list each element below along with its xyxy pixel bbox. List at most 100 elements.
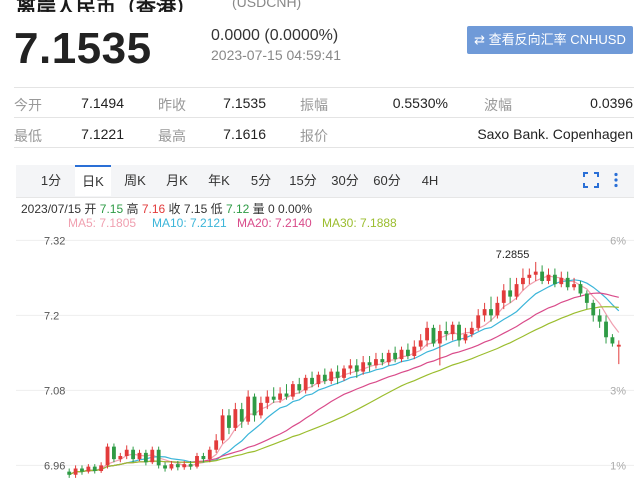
stat-value-low: 7.1221 (81, 126, 124, 142)
candle-body (431, 327, 436, 344)
tab-yearly[interactable]: 年K (203, 165, 235, 197)
candle-body (482, 309, 487, 316)
candle-body (322, 374, 327, 381)
candle-body (195, 456, 199, 467)
candle-body (316, 374, 321, 385)
candle-body (412, 346, 417, 356)
candle-body (137, 452, 142, 460)
candle-body (533, 271, 538, 275)
tab-30min[interactable]: 30分 (329, 165, 361, 197)
ohlc-open-label: 开 (84, 202, 97, 216)
candle-body (380, 359, 385, 363)
tab-15min[interactable]: 15分 (287, 165, 319, 197)
legend-ma5: MA5: 7.1805 (68, 216, 137, 230)
period-tabs: 1分 日K 周K 月K 年K 5分 15分 30分 60分 4H (16, 165, 634, 198)
ohlc-high-label: 高 (126, 202, 139, 216)
candle-body (73, 468, 78, 475)
candle-body (457, 324, 461, 341)
tab-60min[interactable]: 60分 (371, 165, 403, 197)
candle-body (540, 271, 545, 281)
legend-ma20: MA20: 7.2140 (237, 216, 312, 230)
candle-body (450, 324, 455, 335)
candle-body (239, 409, 244, 422)
stat-label-range: 波幅 (484, 97, 512, 113)
candle-body (259, 402, 263, 416)
candle-body (188, 464, 193, 467)
title-strip: 离岸人民币（香港） (USDCNH) (0, 0, 640, 12)
candle-body (118, 456, 123, 460)
divider (14, 147, 634, 148)
candle-body (182, 464, 187, 468)
tab-5min[interactable]: 5分 (245, 165, 277, 197)
candle-body (437, 331, 442, 344)
ohlc-open: 7.15 (99, 202, 124, 216)
stat-label-high: 最高 (158, 128, 186, 144)
pct-tick-label: 3% (610, 385, 626, 397)
candle-body (425, 327, 429, 341)
ohlc-readout: 2023/07/15 开 7.15 高 7.16 收 7.15 低 7.12 量… (21, 200, 312, 217)
stat-label-quote-source: 报价 (300, 128, 328, 144)
candle-body (399, 349, 404, 360)
reverse-rate-button[interactable]: ⇄ 查看反向汇率 CNHUSD (467, 26, 633, 54)
candle-body (578, 284, 583, 294)
stat-value-range: 0.0396 (590, 95, 633, 111)
kline-plot[interactable]: 7.32 7.2 7.08 6.96 6% 3% 1% 7.2855 (16, 231, 634, 481)
candle-body (67, 471, 72, 475)
ma-line-ma20 (68, 292, 619, 476)
ohlc-close-label: 收 (168, 202, 181, 216)
page-title: 离岸人民币（香港） (16, 0, 196, 12)
candle-body (514, 284, 519, 297)
tab-daily[interactable]: 日K (75, 165, 111, 196)
candle-body (246, 396, 251, 422)
ohlc-volume-label: 量 (252, 202, 265, 216)
candle-body (303, 377, 308, 391)
price-change: 0.0000 (0.0000%) (211, 27, 339, 44)
candle-body (278, 393, 283, 400)
candle-body (565, 277, 570, 288)
candle-body (227, 415, 231, 428)
tab-weekly[interactable]: 周K (119, 165, 151, 197)
symbol-code: (USDCNH) (232, 0, 302, 10)
candle-body (489, 309, 493, 316)
candle-body (610, 337, 615, 344)
candle-body (476, 315, 481, 328)
legend-ma10: MA10: 7.2121 (152, 216, 227, 230)
candle-body (233, 409, 238, 428)
more-vertical-icon[interactable] (613, 172, 619, 191)
y-tick-label: 7.32 (44, 235, 65, 247)
candle-body (169, 464, 174, 469)
y-tick-label: 6.96 (44, 460, 65, 472)
ohlc-change-pct: 0.00% (278, 202, 313, 216)
candle-body (591, 302, 596, 316)
candle-body (143, 452, 148, 463)
ohlc-low: 7.12 (225, 202, 250, 216)
candle-body (405, 349, 410, 356)
ohlc-low-label: 低 (210, 202, 223, 216)
tab-monthly[interactable]: 月K (161, 165, 193, 197)
candle-body (374, 359, 378, 366)
candle-body (348, 365, 353, 369)
stat-label-prev-close: 昨收 (158, 97, 186, 113)
candle-body (584, 293, 589, 303)
stat-value-amplitude: 0.5530% (392, 95, 448, 111)
candle-body (265, 396, 270, 403)
candle-body (207, 449, 212, 460)
max-price-label: 7.2855 (496, 249, 530, 261)
y-tick-label: 7.2 (44, 310, 59, 322)
fullscreen-icon[interactable] (583, 172, 599, 191)
candle-body (521, 277, 525, 285)
stat-label-amplitude: 振幅 (300, 97, 328, 113)
candle-body (546, 274, 551, 281)
stat-label-open: 今开 (14, 97, 42, 113)
ohlc-date: 2023/07/15 (21, 202, 82, 216)
stat-value-quote-source: Saxo Bank. Copenhagen (477, 126, 633, 142)
candle-body (220, 415, 225, 441)
candle-body (201, 456, 206, 460)
pct-tick-label: 6% (610, 235, 626, 247)
tab-1min[interactable]: 1分 (35, 165, 67, 197)
tab-4h[interactable]: 4H (416, 165, 444, 197)
candle-body (335, 371, 340, 378)
candle-body (552, 274, 557, 285)
legend-ma30: MA30: 7.1888 (322, 216, 397, 230)
stat-value-high: 7.1616 (223, 126, 266, 142)
